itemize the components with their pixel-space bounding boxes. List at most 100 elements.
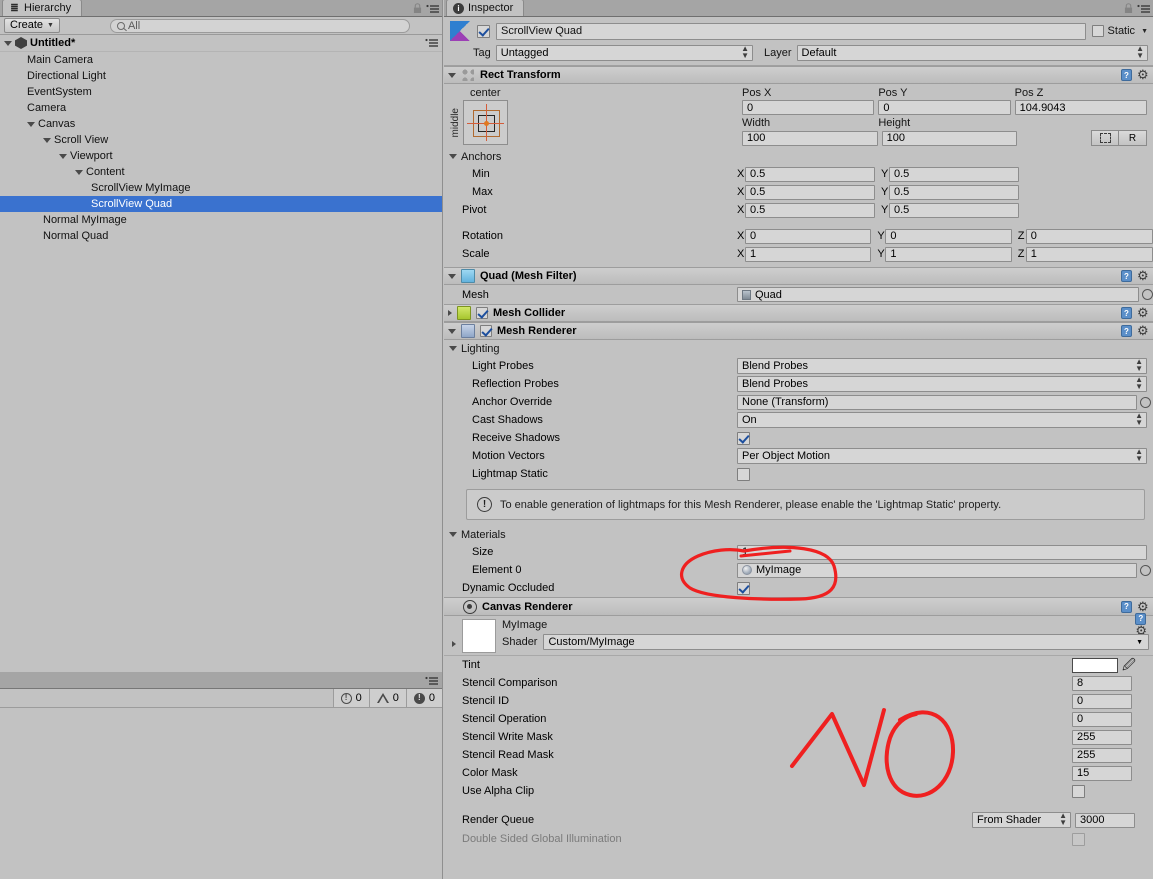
reflection-probes-dropdown[interactable]: Blend Probes ▲ ▼ xyxy=(737,376,1147,392)
anchor-max-y-field[interactable]: 0.5 xyxy=(889,184,1019,200)
help-icon[interactable]: ? xyxy=(1121,600,1132,613)
materials-foldout[interactable]: Materials xyxy=(444,526,1153,543)
chevron-expanded-icon[interactable] xyxy=(448,328,456,334)
hierarchy-item-canvas[interactable]: Canvas xyxy=(0,116,442,132)
lightmap-static-checkbox[interactable] xyxy=(737,467,750,481)
hierarchy-item-camera[interactable]: Camera xyxy=(0,100,442,116)
hierarchy-item-scrollview-quad[interactable]: ScrollView Quad xyxy=(0,196,442,212)
hierarchy-item-main-camera[interactable]: Main Camera xyxy=(0,52,442,68)
error-counter[interactable]: ! 0 xyxy=(405,689,442,707)
pos-x-field[interactable]: 0 xyxy=(742,100,875,115)
hierarchy-item-normal-quad[interactable]: Normal Quad xyxy=(0,228,442,244)
anchor-preset-button[interactable] xyxy=(463,100,508,145)
hierarchy-item-eventsystem[interactable]: EventSystem xyxy=(0,84,442,100)
gameobject-name-field[interactable]: ScrollView Quad xyxy=(496,22,1086,40)
pivot-x-field[interactable]: 0.5 xyxy=(745,202,875,218)
lighting-foldout[interactable]: Lighting xyxy=(444,340,1153,357)
dynamic-occluded-checkbox[interactable] xyxy=(737,581,750,595)
chevron-expanded-icon[interactable] xyxy=(449,346,457,351)
layer-dropdown[interactable]: Default ▲ ▼ xyxy=(796,45,1148,61)
anchor-min-y-field[interactable]: 0.5 xyxy=(889,166,1019,182)
help-icon[interactable]: ? xyxy=(1121,69,1132,81)
material-property-checkbox[interactable] xyxy=(1072,784,1085,798)
chevron-expanded-icon[interactable] xyxy=(59,153,67,159)
receive-shadows-checkbox[interactable] xyxy=(737,431,750,445)
chevron-down-icon[interactable]: ▼ xyxy=(1141,28,1148,35)
material-property-field[interactable]: 0 xyxy=(1072,693,1132,709)
gear-icon[interactable] xyxy=(1137,69,1149,81)
scale-y-field[interactable]: 1 xyxy=(885,246,1012,262)
material-property-field[interactable]: 255 xyxy=(1072,747,1132,763)
tag-dropdown[interactable]: Untagged ▲ ▼ xyxy=(495,45,754,61)
gear-icon[interactable] xyxy=(1137,325,1149,337)
component-header-mesh-renderer[interactable]: Mesh Renderer ? xyxy=(444,322,1153,340)
light-probes-dropdown[interactable]: Blend Probes ▲ ▼ xyxy=(737,358,1147,374)
chevron-expanded-icon[interactable] xyxy=(448,72,456,78)
scale-z-field[interactable]: 1 xyxy=(1025,246,1153,262)
component-header-mesh-filter[interactable]: Quad (Mesh Filter) ? xyxy=(444,267,1153,285)
object-picker-icon[interactable] xyxy=(1140,396,1151,408)
material-property-field[interactable]: 255 xyxy=(1072,729,1132,745)
scene-root-row[interactable]: Untitled* xyxy=(0,35,442,52)
hierarchy-item-directional-light[interactable]: Directional Light xyxy=(0,68,442,84)
rotation-z-field[interactable]: 0 xyxy=(1025,228,1153,244)
pos-z-field[interactable]: 104.9043 xyxy=(1014,100,1147,115)
chevron-collapsed-icon[interactable] xyxy=(448,310,452,316)
scene-context-menu-icon[interactable] xyxy=(425,38,438,48)
help-icon[interactable]: ? xyxy=(1121,307,1132,319)
inspector-menu-icon[interactable] xyxy=(1137,4,1150,14)
gameobject-enabled-checkbox[interactable] xyxy=(477,24,490,38)
materials-element0-object-field[interactable]: MyImage xyxy=(737,562,1137,578)
object-picker-icon[interactable] xyxy=(1140,564,1151,576)
warning-counter[interactable]: 0 xyxy=(368,689,406,707)
chevron-collapsed-icon[interactable] xyxy=(452,641,456,647)
chevron-expanded-icon[interactable] xyxy=(448,273,456,279)
search-input[interactable]: All xyxy=(109,18,410,33)
blueprint-mode-button[interactable] xyxy=(1091,130,1120,146)
hierarchy-item-normal-myimage[interactable]: Normal MyImage xyxy=(0,212,442,228)
materials-size-field[interactable]: 1 xyxy=(737,544,1147,560)
tab-inspector[interactable]: i Inspector xyxy=(446,0,525,16)
chevron-expanded-icon[interactable] xyxy=(449,154,457,159)
shader-dropdown[interactable]: Custom/MyImage ▼ xyxy=(543,634,1149,650)
gear-icon[interactable] xyxy=(1137,270,1149,282)
panel-menu-icon[interactable] xyxy=(426,4,439,14)
component-header-rect-transform[interactable]: Rect Transform ? xyxy=(444,66,1153,84)
object-picker-icon[interactable] xyxy=(1142,289,1153,300)
material-property-field[interactable]: 8 xyxy=(1072,675,1132,691)
static-checkbox[interactable] xyxy=(1091,25,1104,37)
height-field[interactable]: 100 xyxy=(881,130,1018,146)
anchors-foldout[interactable]: Anchors xyxy=(444,148,1153,165)
eyedropper-icon[interactable] xyxy=(1122,658,1136,672)
mesh-object-field[interactable]: Quad xyxy=(737,287,1139,302)
help-icon[interactable]: ? xyxy=(1121,270,1132,282)
tint-color-swatch[interactable] xyxy=(1072,657,1118,673)
material-property-field[interactable]: 0 xyxy=(1072,711,1132,727)
width-field[interactable]: 100 xyxy=(742,130,878,146)
anchor-max-x-field[interactable]: 0.5 xyxy=(745,184,875,200)
hierarchy-item-content[interactable]: Content xyxy=(0,164,442,180)
motion-vectors-dropdown[interactable]: Per Object Motion ▲ ▼ xyxy=(737,448,1147,464)
chevron-expanded-icon[interactable] xyxy=(43,137,51,143)
raw-edit-mode-button[interactable]: R xyxy=(1119,130,1148,146)
rotation-x-field[interactable]: 0 xyxy=(745,228,872,244)
console-menu-icon[interactable] xyxy=(425,676,438,686)
create-button[interactable]: Create ▼ xyxy=(4,18,60,33)
help-icon[interactable]: ? xyxy=(1121,325,1132,337)
rotation-y-field[interactable]: 0 xyxy=(885,228,1012,244)
pos-y-field[interactable]: 0 xyxy=(878,100,1011,115)
gear-icon[interactable] xyxy=(1137,307,1149,319)
scale-x-field[interactable]: 1 xyxy=(745,246,872,262)
info-counter[interactable]: ! 0 xyxy=(332,689,369,707)
gear-icon[interactable] xyxy=(1137,601,1149,613)
render-queue-dropdown[interactable]: From Shader ▲ ▼ xyxy=(972,812,1071,828)
hierarchy-item-viewport[interactable]: Viewport xyxy=(0,148,442,164)
lock-icon[interactable] xyxy=(1124,3,1133,14)
anchor-min-x-field[interactable]: 0.5 xyxy=(745,166,875,182)
console-log-area[interactable] xyxy=(0,708,442,879)
anchor-override-object-field[interactable]: None (Transform) xyxy=(737,394,1137,410)
render-queue-value-field[interactable]: 3000 xyxy=(1075,812,1135,828)
component-header-mesh-collider[interactable]: Mesh Collider ? xyxy=(444,304,1153,322)
chevron-expanded-icon[interactable] xyxy=(449,532,457,537)
lock-icon[interactable] xyxy=(413,3,422,14)
